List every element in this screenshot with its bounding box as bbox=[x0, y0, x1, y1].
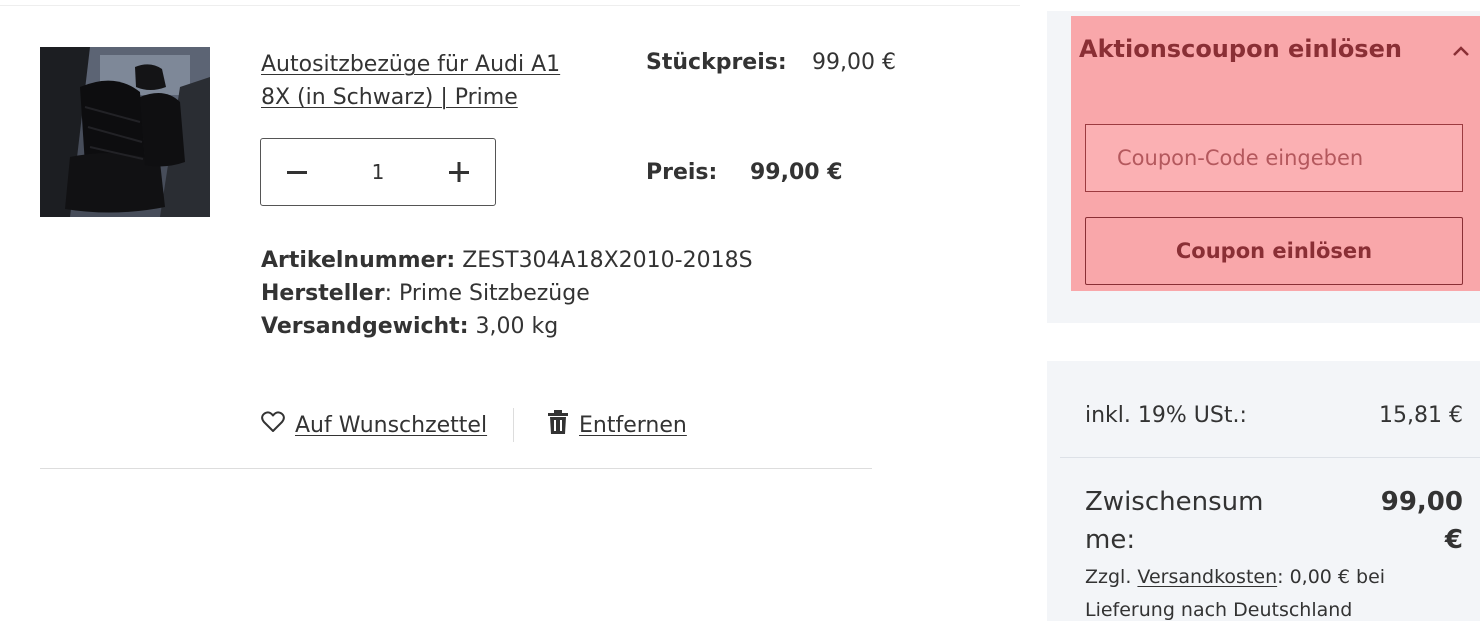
shipping-weight-row: Versandgewicht: 3,00 kg bbox=[261, 310, 753, 343]
coupon-title: Aktionscoupon einlösen bbox=[1079, 35, 1402, 63]
plus-icon[interactable] bbox=[423, 139, 495, 205]
price-value: 99,00 € bbox=[750, 160, 843, 185]
wishlist-button[interactable]: Auf Wunschzettel bbox=[261, 408, 487, 442]
quantity-stepper bbox=[260, 138, 496, 206]
heart-icon bbox=[261, 411, 285, 439]
product-title-link[interactable]: Autositzbezüge für Audi A1 8X (in Schwar… bbox=[261, 48, 581, 114]
price-row: Preis: 99,00 € bbox=[646, 160, 843, 185]
coupon-code-input[interactable] bbox=[1085, 124, 1463, 192]
article-number-value: ZEST304A18X2010-2018S bbox=[462, 248, 753, 273]
manufacturer-row: Hersteller: Prime Sitzbezüge bbox=[261, 281, 590, 306]
price-label: Preis: bbox=[646, 160, 718, 185]
manufacturer-value: Prime Sitzbezüge bbox=[398, 281, 590, 306]
unit-price-row: Stückpreis: 99,00 € bbox=[646, 50, 896, 75]
subtotal-label: Zwischensumme: bbox=[1085, 487, 1264, 555]
product-image[interactable] bbox=[40, 47, 210, 217]
remove-button[interactable]: Entfernen bbox=[547, 408, 687, 442]
remove-label: Entfernen bbox=[579, 412, 687, 438]
manufacturer-label: Hersteller bbox=[261, 281, 385, 306]
tax-value: 15,81 € bbox=[1379, 403, 1463, 428]
tax-label: inkl. 19% USt.: bbox=[1085, 403, 1247, 428]
unit-price-label: Stückpreis: bbox=[646, 50, 787, 75]
redeem-coupon-button[interactable]: Coupon einlösen bbox=[1085, 217, 1463, 285]
action-divider bbox=[513, 408, 514, 442]
summary-divider bbox=[1060, 457, 1480, 458]
subtotal-value: 99,00 € bbox=[1380, 487, 1463, 555]
article-number-row: Artikelnummer: ZEST304A18X2010-2018S bbox=[261, 244, 753, 277]
tax-row: inkl. 19% USt.: 15,81 € bbox=[1085, 403, 1463, 428]
shipping-prefix: Zzgl. bbox=[1085, 566, 1132, 588]
minus-icon[interactable] bbox=[261, 139, 333, 205]
product-details: Artikelnummer: ZEST304A18X2010-2018S Her… bbox=[261, 244, 753, 343]
coupon-panel: Aktionscoupon einlösen Coupon einlösen bbox=[1047, 11, 1480, 323]
unit-price-value: 99,00 € bbox=[812, 50, 896, 75]
top-divider bbox=[0, 0, 1020, 6]
cart-page: Autositzbezüge für Audi A1 8X (in Schwar… bbox=[0, 0, 1480, 621]
shipping-note: Zzgl. Versandkosten: 0,00 € bei Lieferun… bbox=[1085, 561, 1425, 621]
chevron-up-icon[interactable] bbox=[1449, 39, 1473, 63]
trash-icon bbox=[547, 410, 569, 440]
item-divider bbox=[40, 468, 872, 469]
shipping-weight-value: 3,00 kg bbox=[475, 314, 559, 339]
wishlist-label: Auf Wunschzettel bbox=[295, 412, 488, 438]
shipping-costs-link[interactable]: Versandkosten bbox=[1137, 566, 1277, 588]
summary-panel: inkl. 19% USt.: 15,81 € Zwischensumme: 9… bbox=[1047, 361, 1480, 621]
quantity-input[interactable] bbox=[333, 152, 423, 192]
article-number-label: Artikelnummer: bbox=[261, 248, 456, 273]
shipping-weight-label: Versandgewicht: bbox=[261, 314, 469, 339]
